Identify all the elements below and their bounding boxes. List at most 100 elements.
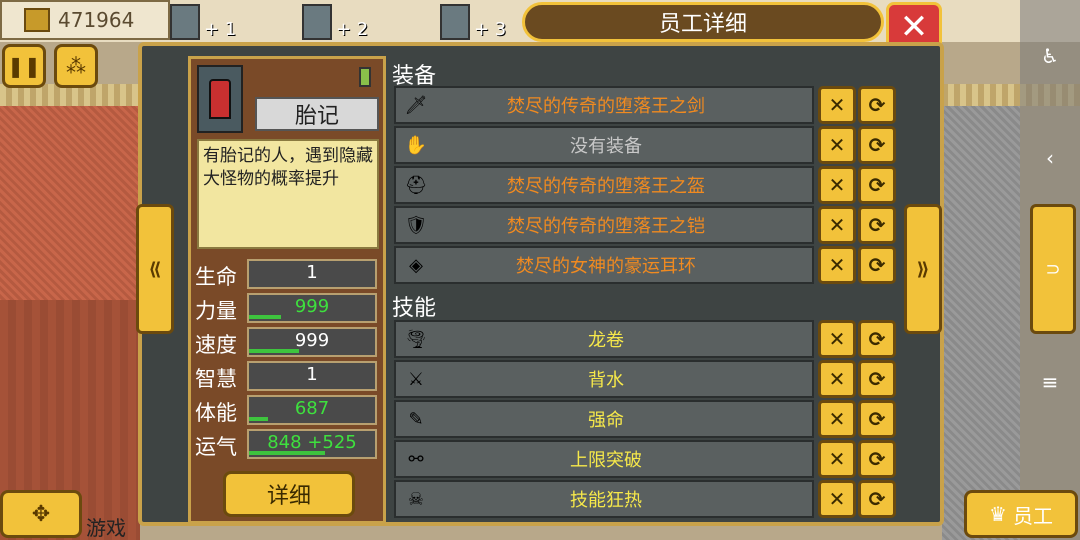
remove-button[interactable]: ✕ xyxy=(818,86,856,124)
worker-icon xyxy=(170,4,200,40)
close-icon: ✕ xyxy=(899,7,929,47)
stat-bar: 1 xyxy=(247,259,377,289)
swap-button[interactable]: ⟳ xyxy=(858,480,896,518)
gold-counter: 471964 xyxy=(0,0,170,40)
skull-icon: ☠ xyxy=(407,488,425,510)
stat-value: 1 xyxy=(306,262,318,283)
item-name: 技能狂热 xyxy=(570,490,642,511)
remove-button[interactable]: ✕ xyxy=(818,320,856,358)
character-card: 胎记 有胎记的人，遇到隐藏大怪物的概率提升 生命 1 力量 999 速度 999 智慧 1 体能… xyxy=(188,56,386,524)
swap-button[interactable]: ⟳ xyxy=(858,86,896,124)
swap-button[interactable]: ⟳ xyxy=(858,400,896,438)
crown-icon: ♛ xyxy=(989,502,1007,526)
remove-button[interactable]: ✕ xyxy=(818,246,856,284)
swap-icon: ⟳ xyxy=(868,327,886,351)
medal-icon xyxy=(359,67,371,87)
remove-button[interactable]: ✕ xyxy=(818,126,856,164)
staff-label: 员工 xyxy=(1012,503,1053,528)
swap-icon: ⟳ xyxy=(868,407,886,431)
double-left-arrow-icon: ⟪ xyxy=(148,258,162,280)
building-icon xyxy=(24,8,50,32)
side-panel-toggle[interactable]: ⊃ xyxy=(1030,204,1076,334)
stat-value: 1 xyxy=(306,364,318,385)
game-label: 游戏 xyxy=(86,516,126,540)
menu-lines-icon[interactable]: ≡ xyxy=(1036,370,1064,394)
dialog-title: 员工详细 xyxy=(658,12,747,37)
trait-description: 有胎记的人，遇到隐藏大怪物的概率提升 xyxy=(197,139,379,249)
tornado-icon: 🌪 xyxy=(404,328,428,350)
stat-label: 速度 xyxy=(195,333,237,357)
staff-button[interactable]: ♛ 员工 xyxy=(964,490,1078,538)
accessibility-icon[interactable]: ♿ xyxy=(1036,44,1064,68)
list-item[interactable]: ✎ 强命 xyxy=(394,400,814,438)
knight-icon xyxy=(209,79,231,119)
stat-row: 体能 687 xyxy=(193,395,381,427)
next-employee-button[interactable]: ⟫ xyxy=(904,204,942,334)
remove-button[interactable]: ✕ xyxy=(818,440,856,478)
cluster-icon: ⁂ xyxy=(66,54,86,78)
swap-icon: ⟳ xyxy=(868,253,886,277)
swap-button[interactable]: ⟳ xyxy=(858,166,896,204)
close-icon: ✕ xyxy=(828,447,846,471)
worker-count: + 1 xyxy=(204,19,237,40)
close-icon: ✕ xyxy=(828,93,846,117)
item-name: 龙卷 xyxy=(588,330,624,351)
swap-button[interactable]: ⟳ xyxy=(858,246,896,284)
stat-label: 体能 xyxy=(195,401,237,425)
remove-button[interactable]: ✕ xyxy=(818,206,856,244)
swap-button[interactable]: ⟳ xyxy=(858,206,896,244)
move-button[interactable]: ✥ xyxy=(0,490,82,538)
stat-value: 848 +525 xyxy=(267,432,357,453)
stat-label: 生命 xyxy=(195,265,237,289)
background-floor-right xyxy=(942,106,1020,540)
swap-button[interactable]: ⟳ xyxy=(858,440,896,478)
detail-button[interactable]: 详细 xyxy=(223,471,355,517)
remove-button[interactable]: ✕ xyxy=(818,400,856,438)
worker-icon xyxy=(440,4,470,40)
pause-button[interactable]: ❚❚ xyxy=(2,44,46,88)
stat-row: 力量 999 xyxy=(193,293,381,325)
trait-name: 胎记 xyxy=(255,97,379,131)
feather-icon: ✎ xyxy=(408,408,424,430)
swap-button[interactable]: ⟳ xyxy=(858,126,896,164)
remove-button[interactable]: ✕ xyxy=(818,360,856,398)
close-icon: ✕ xyxy=(828,173,846,197)
stat-bar: 999 xyxy=(247,293,377,323)
stat-bar: 848 +525 xyxy=(247,429,377,459)
list-item[interactable]: ☠ 技能狂热 xyxy=(394,480,814,518)
stat-label: 智慧 xyxy=(195,367,237,391)
worker-slot-1: + 1 xyxy=(170,0,236,40)
list-item[interactable]: 🛡 焚尽的传奇的堕落王之铠 xyxy=(394,206,814,244)
stat-bar: 687 xyxy=(247,395,377,425)
stat-bar: 999 xyxy=(247,327,377,357)
close-icon: ✕ xyxy=(828,133,846,157)
skills-section-title: 技能 xyxy=(392,296,437,321)
list-item[interactable]: 🌪 龙卷 xyxy=(394,320,814,358)
remove-button[interactable]: ✕ xyxy=(818,480,856,518)
list-item[interactable]: ✋ 没有装备 xyxy=(394,126,814,164)
stat-label: 力量 xyxy=(195,299,237,323)
stat-row: 智慧 1 xyxy=(193,361,381,393)
stat-row: 速度 999 xyxy=(193,327,381,359)
collapse-arrow-icon[interactable]: ‹ xyxy=(1036,146,1064,170)
item-name: 上限突破 xyxy=(570,450,642,471)
list-item[interactable]: ⚯ 上限突破 xyxy=(394,440,814,478)
stat-value: 999 xyxy=(294,296,330,317)
blade-icon: ⚔ xyxy=(407,368,425,390)
swap-button[interactable]: ⟳ xyxy=(858,360,896,398)
close-icon: ✕ xyxy=(828,367,846,391)
list-item[interactable]: ⚔ 背水 xyxy=(394,360,814,398)
link-icon: ⚯ xyxy=(408,448,424,470)
stat-value: 999 xyxy=(294,330,330,351)
swap-button[interactable]: ⟳ xyxy=(858,320,896,358)
list-item[interactable]: ◈ 焚尽的女神的豪运耳环 xyxy=(394,246,814,284)
stat-bar: 1 xyxy=(247,361,377,391)
list-item[interactable]: 🗡 焚尽的传奇的堕落王之剑 xyxy=(394,86,814,124)
list-item[interactable]: ⛑ 焚尽的传奇的堕落王之盔 xyxy=(394,166,814,204)
remove-button[interactable]: ✕ xyxy=(818,166,856,204)
glove-icon: ✋ xyxy=(404,134,428,156)
previous-employee-button[interactable]: ⟪ xyxy=(136,204,174,334)
stat-label: 运气 xyxy=(195,435,237,459)
item-name: 焚尽的传奇的堕落王之剑 xyxy=(507,96,705,117)
menu-button[interactable]: ⁂ xyxy=(54,44,98,88)
